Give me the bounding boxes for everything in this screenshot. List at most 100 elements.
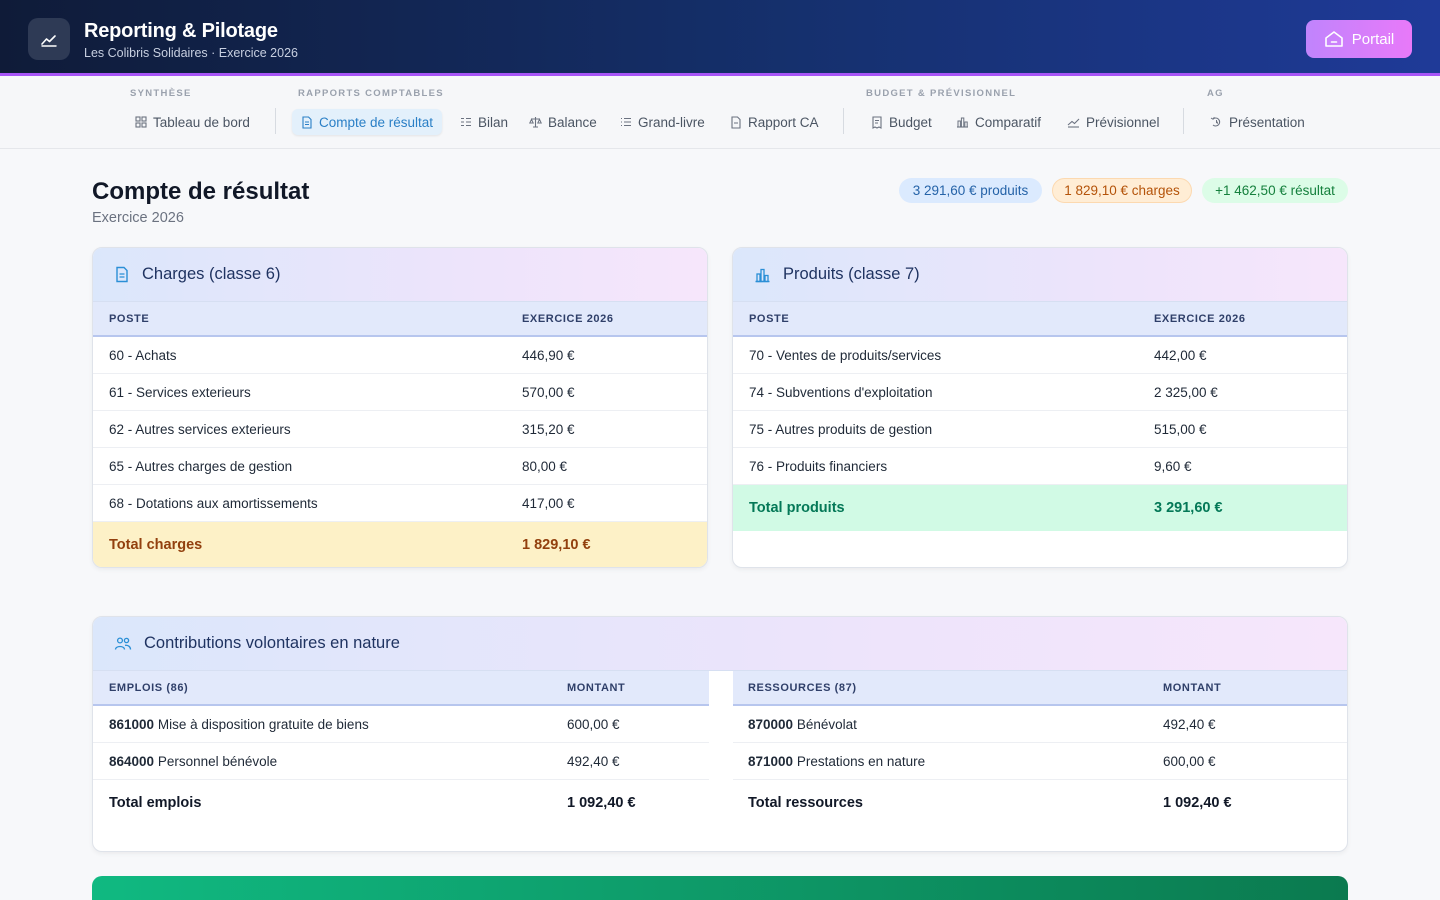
- trend-icon: [1067, 118, 1080, 128]
- row-poste: 74 - Subventions d'exploitation: [749, 385, 933, 400]
- app-header: Reporting & Pilotage Les Colibris Solida…: [0, 0, 1440, 76]
- page-title: Compte de résultat: [92, 178, 310, 205]
- account-label: Personnel bénévole: [157, 754, 278, 769]
- nav-item-balance[interactable]: Balance: [520, 109, 606, 135]
- nav-item-presentation[interactable]: Présentation: [1201, 109, 1314, 135]
- account-code: 864000: [109, 754, 155, 769]
- total-value: 1 829,10 €: [522, 537, 591, 553]
- receipt-icon: [872, 115, 882, 129]
- ressources-table: RESSOURCES (87) MONTANT 870000 Bénévolat…: [733, 671, 1347, 828]
- col-exercice: EXERCICE 2026: [1154, 313, 1246, 325]
- charges-card: Charges (classe 6) POSTE EXERCICE 2026 6…: [92, 247, 708, 568]
- page-subtitle: Exercice 2026: [92, 210, 184, 226]
- nav-item-compte-de-resultat[interactable]: Compte de résultat: [292, 109, 443, 135]
- grid-icon: [135, 116, 147, 128]
- badge-resultat: +1 462,50 € résultat: [1202, 178, 1348, 203]
- nav-group-ag: AG: [1207, 88, 1224, 99]
- nav-item-label: Budget: [889, 114, 932, 130]
- account-code: 870000: [748, 717, 794, 732]
- nav-item-label: Compte de résultat: [319, 114, 434, 130]
- nav-group-rapports: RAPPORTS COMPTABLES: [298, 88, 444, 99]
- scale-icon: [529, 117, 542, 128]
- lines-icon: [621, 117, 631, 127]
- row-montant: 492,40 €: [567, 754, 620, 769]
- row-poste: 62 - Autres services exterieurs: [109, 422, 291, 437]
- ressources-table-header: RESSOURCES (87) MONTANT: [733, 671, 1347, 706]
- row-montant: 492,40 €: [1163, 717, 1216, 732]
- account-label: Bénévolat: [796, 717, 857, 732]
- total-label: Total emplois: [109, 795, 202, 811]
- ressources-total-row: Total ressources 1 092,40 €: [733, 780, 1347, 828]
- row-montant: 446,90 €: [522, 348, 575, 363]
- badge-charges: 1 829,10 € charges: [1052, 178, 1192, 203]
- app-subtitle: Les Colibris Solidaires · Exercice 2026: [84, 46, 298, 60]
- col-exercice: EXERCICE 2026: [522, 313, 614, 325]
- col-emplois: EMPLOIS (86): [109, 682, 189, 694]
- nav-item-grand-livre[interactable]: Grand-livre: [611, 109, 714, 135]
- row-montant: 515,00 €: [1154, 422, 1207, 437]
- table-row: 861000 Mise à disposition gratuite de bi…: [93, 706, 709, 743]
- table-row: 870000 Bénévolat 492,40 €: [733, 706, 1347, 743]
- total-label: Total ressources: [748, 795, 863, 811]
- row-compte: 861000 Mise à disposition gratuite de bi…: [109, 717, 369, 732]
- row-poste: 65 - Autres charges de gestion: [109, 459, 293, 474]
- app-title: Reporting & Pilotage: [84, 20, 278, 42]
- total-value: 1 092,40 €: [567, 795, 636, 811]
- result-banner: [92, 876, 1348, 900]
- nav-item-previsionnel[interactable]: Prévisionnel: [1058, 109, 1169, 135]
- nav-item-tableau-de-bord[interactable]: Tableau de bord: [126, 109, 259, 135]
- nav-item-budget[interactable]: Budget: [862, 109, 941, 135]
- nav-divider: [275, 108, 276, 134]
- nav-item-label: Comparatif: [975, 114, 1042, 130]
- produits-card: Produits (classe 7) POSTE EXERCICE 2026 …: [732, 247, 1348, 568]
- list-icon: [461, 117, 471, 127]
- people-icon: [114, 636, 132, 650]
- table-row: 65 - Autres charges de gestion 80,00 €: [93, 448, 707, 485]
- col-ressources: RESSOURCES (87): [748, 682, 857, 694]
- col-poste: POSTE: [749, 313, 790, 325]
- account-label: Mise à disposition gratuite de biens: [157, 717, 369, 732]
- nav-item-label: Balance: [548, 114, 597, 130]
- row-compte: 870000 Bénévolat: [748, 717, 857, 732]
- report-navigation: SYNTHÈSE RAPPORTS COMPTABLES BUDGET & PR…: [0, 79, 1440, 149]
- nav-item-label: Prévisionnel: [1086, 114, 1160, 130]
- produits-total-row: Total produits 3 291,60 €: [733, 485, 1347, 531]
- row-montant: 315,20 €: [522, 422, 575, 437]
- nav-item-label: Rapport CA: [748, 114, 819, 130]
- row-montant: 442,00 €: [1154, 348, 1207, 363]
- row-poste: 60 - Achats: [109, 348, 177, 363]
- produits-table-header: POSTE EXERCICE 2026: [733, 302, 1347, 337]
- nav-group-synthese: SYNTHÈSE: [130, 88, 192, 99]
- table-row: 68 - Dotations aux amortissements 417,00 …: [93, 485, 707, 522]
- col-montant: MONTANT: [567, 682, 626, 694]
- charges-title: Charges (classe 6): [142, 265, 281, 283]
- row-montant: 417,00 €: [522, 496, 575, 511]
- nav-item-bilan[interactable]: Bilan: [451, 109, 517, 135]
- account-code: 861000: [109, 717, 155, 732]
- bar-chart-icon: [957, 117, 968, 128]
- portal-button[interactable]: Portail: [1306, 20, 1412, 58]
- account-label: Prestations en nature: [796, 754, 926, 769]
- table-row: 75 - Autres produits de gestion 515,00 €: [733, 411, 1347, 448]
- cvn-card-header: Contributions volontaires en nature: [93, 617, 1347, 671]
- document-icon: [116, 266, 128, 283]
- table-row: 864000 Personnel bénévole 492,40 €: [93, 743, 709, 780]
- total-value: 1 092,40 €: [1163, 795, 1232, 811]
- nav-group-budget: BUDGET & PRÉVISIONNEL: [866, 88, 1017, 99]
- nav-item-rapport-ca[interactable]: Rapport CA: [721, 109, 828, 135]
- nav-item-comparatif[interactable]: Comparatif: [947, 109, 1050, 135]
- cvn-title: Contributions volontaires en nature: [144, 634, 400, 652]
- nav-divider: [843, 108, 844, 134]
- row-poste: 61 - Services exterieurs: [109, 385, 251, 400]
- nav-item-label: Grand-livre: [638, 114, 705, 130]
- row-montant: 600,00 €: [567, 717, 620, 732]
- charges-card-header: Charges (classe 6): [93, 248, 707, 302]
- row-compte: 871000 Prestations en nature: [748, 754, 925, 769]
- charges-total-row: Total charges 1 829,10 €: [93, 522, 707, 567]
- row-poste: 75 - Autres produits de gestion: [749, 422, 933, 437]
- total-value: 3 291,60 €: [1154, 500, 1223, 516]
- file-icon: [731, 115, 741, 129]
- nav-item-label: Bilan: [478, 114, 509, 130]
- cvn-card: Contributions volontaires en nature EMPL…: [92, 616, 1348, 852]
- row-montant: 570,00 €: [522, 385, 575, 400]
